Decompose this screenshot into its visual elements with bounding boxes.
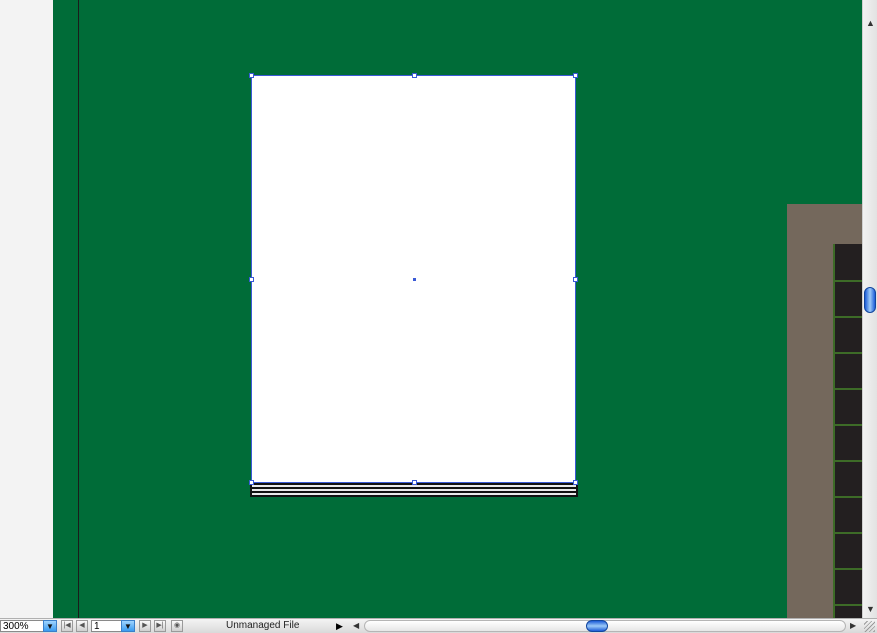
resize-handle-bottom-left[interactable] xyxy=(249,480,254,485)
first-page-icon[interactable]: |◀ xyxy=(61,620,73,632)
resize-handle-left[interactable] xyxy=(249,277,254,282)
last-page-icon[interactable]: ▶| xyxy=(154,620,166,632)
horizontal-scroll-thumb[interactable] xyxy=(586,620,608,632)
page-number-input[interactable] xyxy=(91,620,122,632)
vertical-scrollbar[interactable]: ▲ ▼ xyxy=(862,0,877,618)
dark-strip-object[interactable] xyxy=(833,244,862,618)
status-bar: ▼ |◀ ◀ ▼ ▶ ▶| ◉ Unmanaged File ▶ ◀ ▶ xyxy=(0,618,877,633)
gray-page-object[interactable] xyxy=(787,204,862,618)
scroll-left-icon[interactable]: ◀ xyxy=(353,620,359,632)
scroll-up-icon[interactable]: ▲ xyxy=(866,18,875,28)
resize-handle-bottom-right[interactable] xyxy=(573,480,578,485)
page-dropdown-icon[interactable]: ▼ xyxy=(121,620,135,632)
prev-page-icon[interactable]: ◀ xyxy=(76,620,88,632)
document-canvas[interactable] xyxy=(53,0,862,618)
resize-handle-right[interactable] xyxy=(573,277,578,282)
scroll-right-icon[interactable]: ▶ xyxy=(850,620,856,632)
zoom-dropdown-icon[interactable]: ▼ xyxy=(43,620,57,632)
left-panel-gutter xyxy=(0,0,53,618)
vertical-scroll-thumb[interactable] xyxy=(864,287,876,313)
resize-handle-top-left[interactable] xyxy=(249,73,254,78)
window-resize-grip[interactable] xyxy=(864,621,875,632)
scroll-down-icon[interactable]: ▼ xyxy=(866,604,875,614)
resize-handle-top[interactable] xyxy=(412,73,417,78)
page-guide-line xyxy=(78,0,79,618)
preflight-icon[interactable]: ◉ xyxy=(171,620,183,632)
next-page-icon[interactable]: ▶ xyxy=(139,620,151,632)
file-status-label: Unmanaged File xyxy=(226,620,300,631)
resize-handle-top-right[interactable] xyxy=(573,73,578,78)
zoom-input[interactable] xyxy=(0,620,44,632)
resize-handle-bottom[interactable] xyxy=(412,480,417,485)
selected-frame[interactable] xyxy=(249,73,578,485)
status-menu-icon[interactable]: ▶ xyxy=(336,620,343,632)
frame-center-point[interactable] xyxy=(413,278,416,281)
